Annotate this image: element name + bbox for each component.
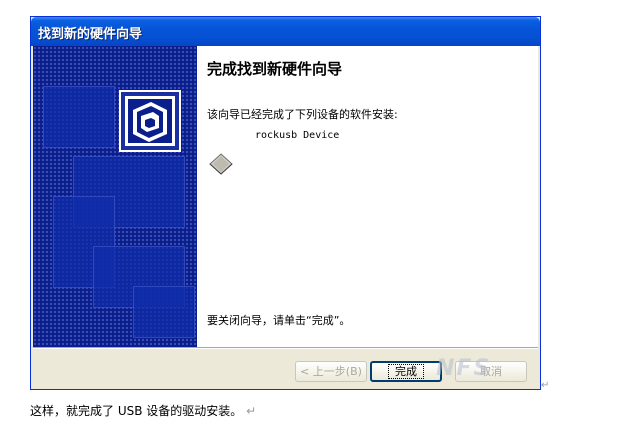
title-bar[interactable]: 找到新的硬件向导 bbox=[31, 17, 540, 46]
wizard-banner bbox=[33, 46, 197, 347]
finish-label: 完成 bbox=[388, 364, 424, 379]
hardware-wizard-icon bbox=[119, 90, 181, 152]
finish-button[interactable]: 完成 bbox=[370, 361, 442, 382]
window-title: 找到新的硬件向导 bbox=[38, 27, 143, 42]
wizard-description: 该向导已经完成了下列设备的软件安装: bbox=[207, 108, 398, 121]
caption-text: 这样，就完成了 USB 设备的驱动安装。 bbox=[30, 404, 243, 418]
device-icon bbox=[209, 153, 233, 175]
wizard-heading: 完成找到新硬件向导 bbox=[207, 60, 343, 78]
watermark-logo: NFS bbox=[436, 356, 492, 381]
button-separator bbox=[33, 347, 538, 349]
document-caption: 这样，就完成了 USB 设备的驱动安装。 ↵ bbox=[30, 402, 256, 419]
back-button[interactable]: < 上一步(B) bbox=[295, 361, 367, 382]
wizard-content: 完成找到新硬件向导 该向导已经完成了下列设备的软件安装: rockusb Dev… bbox=[197, 46, 538, 347]
close-instruction: 要关闭向导，请单击“完成”。 bbox=[207, 314, 351, 327]
caption-paragraph-mark: ↵ bbox=[246, 404, 257, 418]
wizard-window: 找到新的硬件向导 完成找到新硬件向导 该向导已经完成了下列设备的软件安装: ro… bbox=[30, 16, 541, 390]
device-name: rockusb Device bbox=[255, 130, 340, 141]
paragraph-mark: ↵ bbox=[541, 380, 550, 391]
